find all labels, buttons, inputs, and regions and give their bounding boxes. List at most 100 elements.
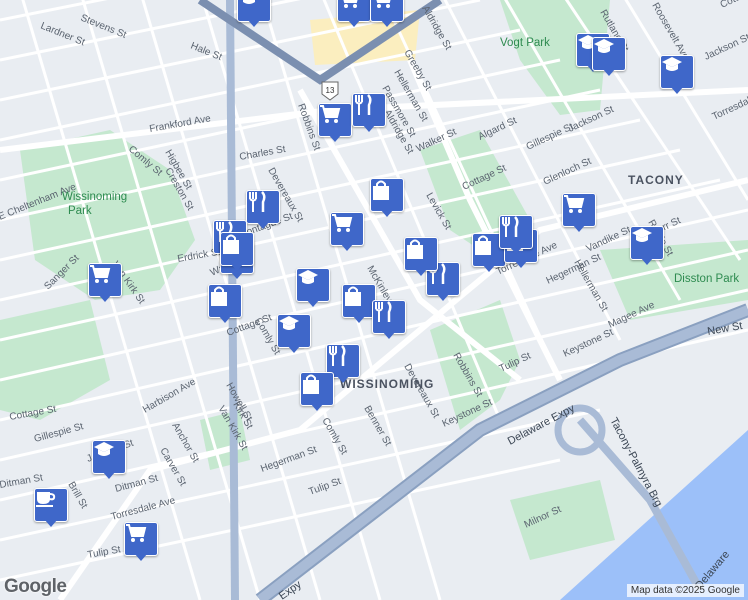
marker-pointer bbox=[352, 315, 366, 323]
street-label: Cottage St bbox=[461, 163, 509, 193]
street-label: Hegerman St bbox=[259, 444, 318, 475]
marker-pointer bbox=[640, 257, 654, 265]
shopping-marker[interactable] bbox=[370, 178, 404, 218]
marker-pointer bbox=[98, 294, 112, 302]
grocery-marker[interactable] bbox=[318, 103, 352, 143]
shopping-marker[interactable] bbox=[342, 284, 376, 324]
street-label: Carver St bbox=[157, 446, 188, 488]
street-label: Levick St bbox=[423, 191, 453, 232]
street-label: Algard St bbox=[477, 115, 519, 142]
grocery-marker[interactable] bbox=[330, 212, 364, 252]
grocery-marker[interactable] bbox=[124, 522, 158, 562]
street-label: Benner St bbox=[361, 404, 393, 448]
marker-box bbox=[352, 93, 386, 127]
street-label: Tulip St bbox=[498, 350, 533, 374]
marker-box bbox=[246, 190, 280, 224]
street-label: Charles St bbox=[239, 144, 287, 163]
marker-box bbox=[296, 268, 330, 302]
street-label: Devereaux St bbox=[401, 362, 441, 420]
school-marker[interactable] bbox=[277, 314, 311, 354]
park-label: Disston Park bbox=[674, 273, 739, 285]
street-label: Harbison Ave bbox=[141, 376, 198, 415]
marker-pointer bbox=[414, 268, 428, 276]
marker-pointer bbox=[602, 68, 616, 76]
marker-pointer bbox=[382, 331, 396, 339]
street-label: Comly St bbox=[319, 416, 349, 457]
highway-label: Tacony-Palmyra Brg bbox=[607, 416, 664, 509]
street-label: Brill St bbox=[65, 480, 89, 511]
marker-box bbox=[372, 300, 406, 334]
marker-pointer bbox=[230, 271, 244, 279]
street-label: Torresdale bbox=[711, 93, 748, 123]
marker-pointer bbox=[670, 86, 684, 94]
shopping-marker[interactable] bbox=[208, 284, 242, 324]
highway-label: Delaware Expy bbox=[506, 402, 577, 448]
marker-pointer bbox=[102, 471, 116, 479]
marker-pointer bbox=[572, 224, 586, 232]
school-marker[interactable] bbox=[592, 37, 626, 77]
restaurant-marker[interactable] bbox=[372, 300, 406, 340]
street-label: Tulip St bbox=[87, 544, 122, 561]
marker-pointer bbox=[362, 124, 376, 132]
marker-pointer bbox=[340, 243, 354, 251]
school-marker[interactable] bbox=[660, 55, 694, 95]
marker-box bbox=[342, 284, 376, 318]
grocery-marker[interactable] bbox=[88, 263, 122, 303]
marker-box bbox=[88, 263, 122, 297]
street-label: Jackson St bbox=[703, 32, 748, 63]
shopping-marker[interactable] bbox=[300, 372, 334, 412]
marker-pointer bbox=[514, 260, 528, 268]
shopping-marker[interactable] bbox=[220, 232, 254, 272]
map-attribution[interactable]: Map data ©2025 Google bbox=[626, 584, 744, 597]
marker-pointer bbox=[509, 246, 523, 254]
school-marker[interactable] bbox=[92, 440, 126, 480]
street-label: Hale St bbox=[189, 41, 224, 64]
street-label: Magee Ave bbox=[607, 299, 657, 330]
street-label: Frankford Ave bbox=[149, 113, 212, 135]
street-label: Roosevelt Ave bbox=[649, 1, 691, 62]
marker-pointer bbox=[306, 299, 320, 307]
marker-box bbox=[277, 314, 311, 348]
street-label: Robbins St bbox=[450, 351, 484, 399]
grocery-marker[interactable] bbox=[370, 0, 404, 28]
marker-pointer bbox=[347, 19, 361, 27]
neighborhood-label: TACONY bbox=[628, 173, 684, 187]
school-marker[interactable] bbox=[296, 268, 330, 308]
grocery-marker[interactable] bbox=[337, 0, 371, 28]
marker-pointer bbox=[287, 345, 301, 353]
marker-pointer bbox=[230, 263, 244, 271]
street-label: Aldridge St bbox=[419, 4, 453, 52]
marker-box bbox=[300, 372, 334, 406]
marker-pointer bbox=[482, 264, 496, 272]
school-marker[interactable] bbox=[630, 226, 664, 266]
park-label: Wissinoming bbox=[62, 191, 127, 203]
map-canvas[interactable]: 13 Lardner St Stevens St Hale St Frankford … bbox=[0, 0, 748, 600]
cafe-marker[interactable] bbox=[34, 488, 68, 528]
marker-pointer bbox=[247, 19, 261, 27]
marker-box bbox=[660, 55, 694, 89]
marker-box bbox=[370, 178, 404, 212]
school-marker[interactable] bbox=[237, 0, 271, 28]
marker-pointer bbox=[436, 293, 450, 301]
marker-pointer bbox=[380, 19, 394, 27]
marker-box bbox=[330, 212, 364, 246]
street-label: Walker St bbox=[415, 126, 459, 154]
street-label: Sanger St bbox=[42, 253, 81, 292]
highway-label: Expy bbox=[277, 578, 304, 600]
street-label: Keystone St bbox=[562, 327, 616, 360]
grocery-marker[interactable] bbox=[562, 193, 596, 233]
park-label: Vogt Park bbox=[500, 37, 550, 49]
marker-pointer bbox=[256, 221, 270, 229]
restaurant-marker[interactable] bbox=[246, 190, 280, 230]
marker-pointer bbox=[310, 403, 324, 411]
street-label: Lardner St bbox=[39, 21, 87, 49]
marker-box bbox=[592, 37, 626, 71]
marker-box bbox=[562, 193, 596, 227]
street-label: Torresdale Ave bbox=[110, 495, 177, 523]
restaurant-marker[interactable] bbox=[352, 93, 386, 133]
shopping-marker[interactable] bbox=[404, 237, 438, 277]
marker-box bbox=[92, 440, 126, 474]
street-label: Tulip St bbox=[307, 476, 342, 498]
marker-box bbox=[499, 215, 533, 249]
restaurant-marker[interactable] bbox=[499, 215, 533, 255]
